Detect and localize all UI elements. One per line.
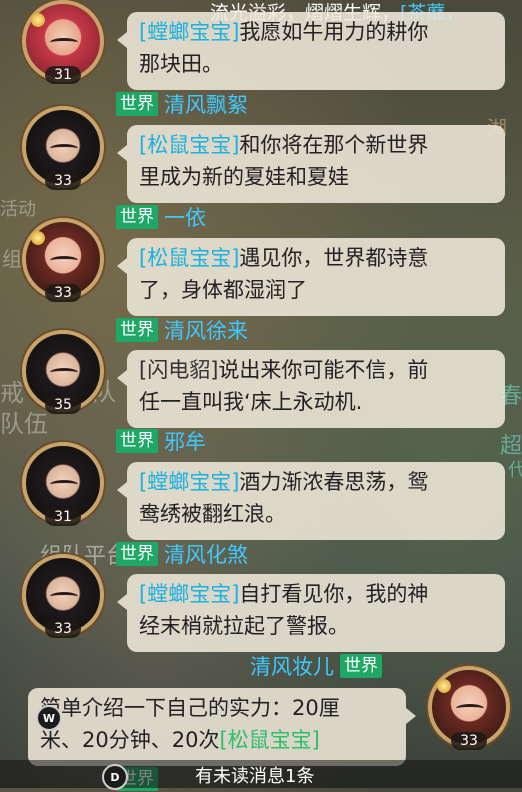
mention-link[interactable]: [螳螂宝宝] <box>139 470 239 494</box>
sender-row: 清风妆儿 世界 <box>250 653 382 679</box>
sender-name[interactable]: 清风妆儿 <box>250 651 334 681</box>
avatar[interactable]: 33 <box>22 218 104 302</box>
sender-name[interactable]: 邪牟 <box>164 426 206 456</box>
message-bubble[interactable]: [螳螂宝宝]我愿如牛用力的耕你 那块田。 <box>117 12 505 90</box>
avatar[interactable]: 33 <box>22 106 104 190</box>
mention-link[interactable]: [松鼠宝宝] <box>219 728 319 752</box>
hair-flower-icon <box>30 12 46 28</box>
message-text: 简单介绍一下自己的实力：20厘 <box>40 696 340 720</box>
d-key-button[interactable]: D <box>102 764 128 790</box>
d-key-label: D <box>110 770 120 784</box>
avatar[interactable]: 33 <box>428 666 510 750</box>
message-text: 鸯绣被翻红浪。 <box>139 502 286 526</box>
sender-row: 世界 清风徐来 <box>116 317 248 343</box>
level-badge: 33 <box>45 172 81 190</box>
message-text: 了，身体都湿润了 <box>139 278 307 302</box>
sender-name[interactable]: 清风飘絮 <box>164 89 248 119</box>
bg-label: 代 <box>508 460 522 481</box>
hair-flower-icon <box>30 230 46 246</box>
avatar[interactable]: 33 <box>22 554 104 638</box>
message-text: 酒力渐浓春思荡，鸳 <box>239 470 429 494</box>
message-text: 我愿如牛用力的耕你 <box>239 20 429 44</box>
mention-link[interactable]: [闪电貂] <box>139 358 218 382</box>
message-text: 米、20分钟、20次 <box>40 728 220 752</box>
w-key-label: W <box>42 711 56 725</box>
unread-message-notice[interactable]: 有未读消息1条 <box>195 762 314 788</box>
level-badge: 31 <box>45 508 81 526</box>
mention-link[interactable]: [松鼠宝宝] <box>139 246 239 270</box>
mention-link[interactable]: [螳螂宝宝] <box>139 582 239 606</box>
avatar-face-icon <box>50 480 78 489</box>
mention-link[interactable]: [螳螂宝宝] <box>139 20 239 44</box>
avatar-face-icon <box>50 144 78 153</box>
sender-name[interactable]: 一依 <box>164 202 206 232</box>
message-bubble[interactable]: [螳螂宝宝]自打看见你，我的神 经末梢就拉起了警报。 <box>117 574 505 652</box>
avatar-face-icon <box>456 704 484 713</box>
bg-label: 队伍 <box>0 410 48 438</box>
avatar[interactable]: 31 <box>22 0 104 84</box>
bg-label: 组 <box>2 247 22 271</box>
message-text: 经末梢就拉起了警报。 <box>139 614 349 638</box>
message-text: 遇见你，世界都诗意 <box>239 246 429 270</box>
message-text: 那块田。 <box>139 52 223 76</box>
w-key-button[interactable]: W <box>36 705 62 731</box>
message-bubble[interactable]: [松鼠宝宝]遇见你，世界都诗意 了，身体都湿润了 <box>117 238 505 316</box>
message-bubble[interactable]: [螳螂宝宝]酒力渐浓春思荡，鸳 鸯绣被翻红浪。 <box>117 462 505 540</box>
message-bubble[interactable]: [闪电貂]说出来你可能不信，前 任一直叫我‘床上永动机. <box>117 350 505 428</box>
avatar-face-icon <box>50 256 78 265</box>
sender-row: 世界 清风飘絮 <box>116 91 248 117</box>
avatar[interactable]: 31 <box>22 442 104 526</box>
sender-name[interactable]: 清风化煞 <box>164 539 248 569</box>
level-badge: 33 <box>45 620 81 638</box>
avatar-face-icon <box>50 38 78 47</box>
channel-tag: 世界 <box>340 654 382 678</box>
message-text: 自打看见你，我的神 <box>239 582 429 606</box>
level-badge: 33 <box>45 284 81 302</box>
channel-tag: 世界 <box>116 318 158 342</box>
level-badge: 31 <box>45 66 81 84</box>
message-text: 任一直叫我‘床上永动机. <box>139 390 363 414</box>
message-bubble[interactable]: 简单介绍一下自己的实力：20厘 米、20分钟、20次[松鼠宝宝] <box>28 688 416 766</box>
sender-row: 世界 一依 <box>116 204 206 230</box>
avatar[interactable]: 35 <box>22 330 104 414</box>
channel-tag: 世界 <box>116 542 158 566</box>
level-badge: 33 <box>451 732 487 750</box>
channel-tag: 世界 <box>116 92 158 116</box>
channel-tag: 世界 <box>116 205 158 229</box>
avatar-face-icon <box>50 592 78 601</box>
message-text: 说出来你可能不信，前 <box>218 358 429 382</box>
mention-link[interactable]: [松鼠宝宝] <box>139 133 239 157</box>
channel-tag: 世界 <box>116 429 158 453</box>
message-bubble[interactable]: [松鼠宝宝]和你将在那个新世界 里成为新的夏娃和夏娃 <box>117 125 505 203</box>
bg-label: 戒 <box>0 379 24 407</box>
bg-label: 活动 <box>0 199 36 220</box>
sender-row: 世界 邪牟 <box>116 428 206 454</box>
message-text: 里成为新的夏娃和夏娃 <box>139 165 349 189</box>
level-badge: 35 <box>45 396 81 414</box>
message-text: 和你将在那个新世界 <box>239 133 429 157</box>
sender-name[interactable]: 清风徐来 <box>164 315 248 345</box>
avatar-face-icon <box>50 368 78 377</box>
hair-flower-icon <box>436 678 452 694</box>
sender-row: 世界 清风化煞 <box>116 541 248 567</box>
